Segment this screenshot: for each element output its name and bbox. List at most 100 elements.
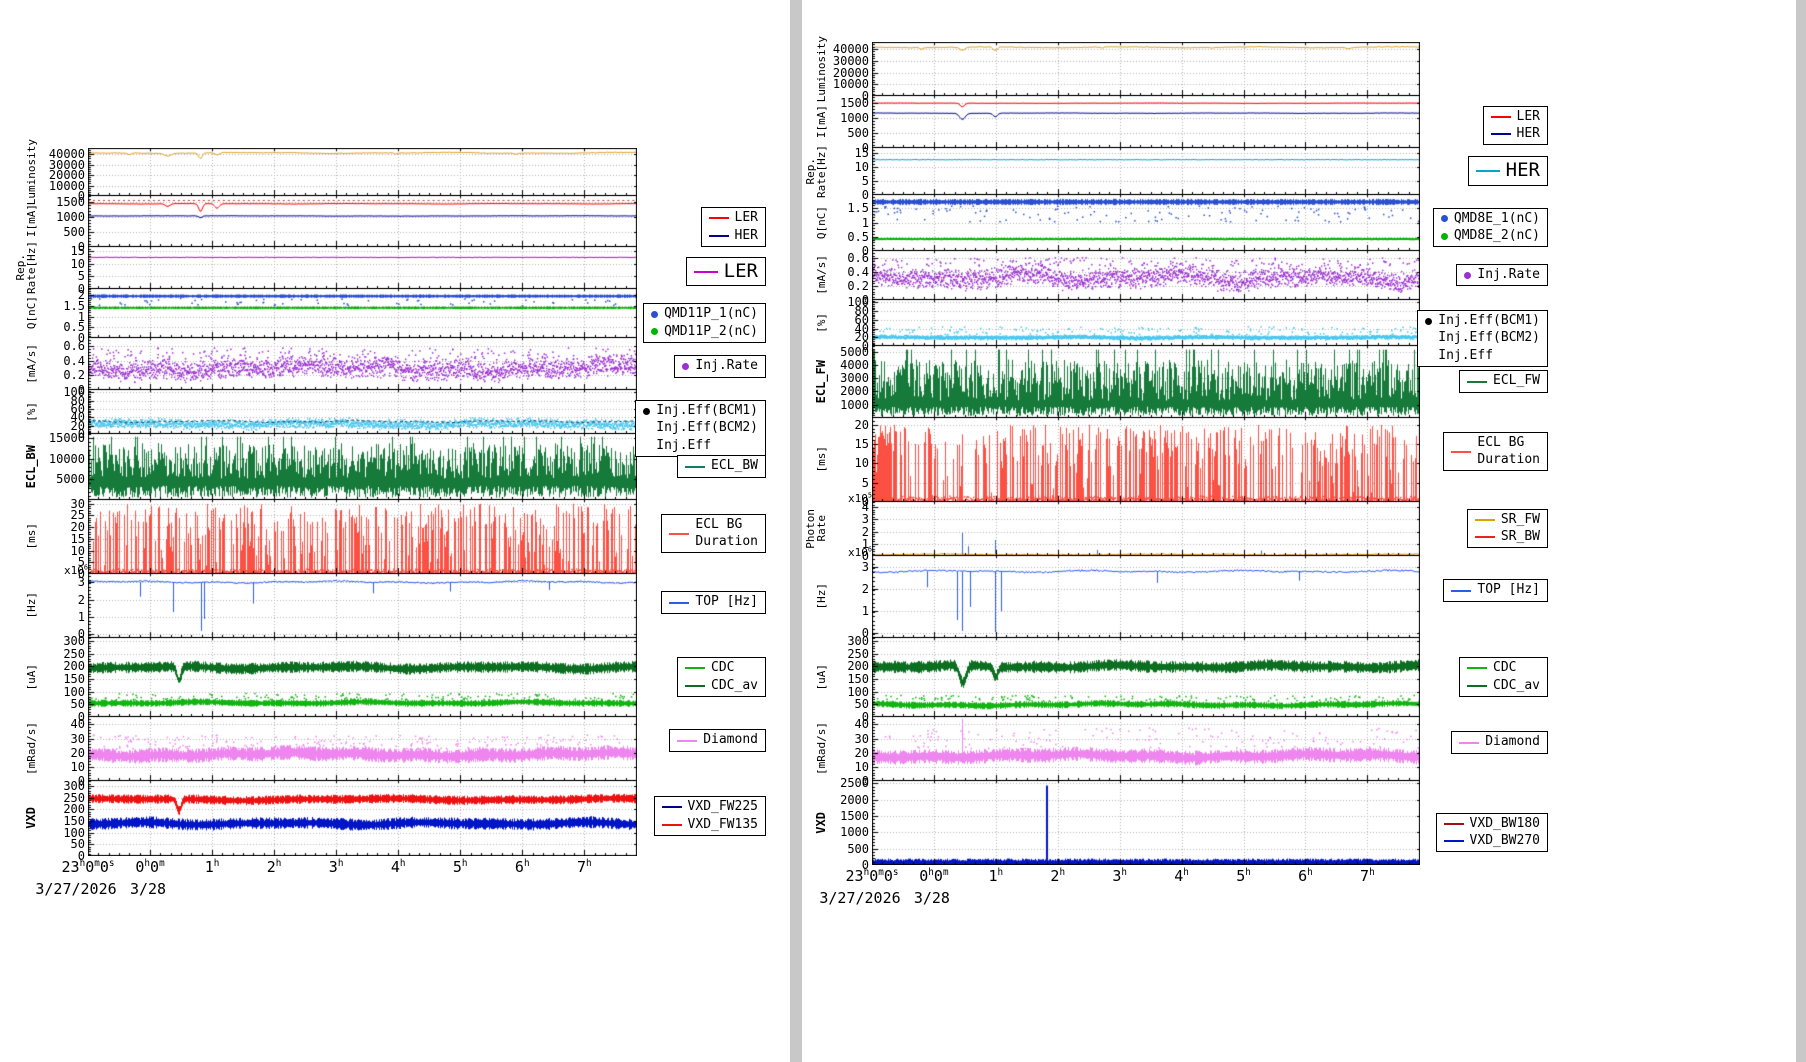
right-diamond-plot (872, 716, 1420, 781)
axis-label: [mA/s] (816, 255, 828, 295)
legend-label: HER (735, 228, 758, 244)
legend-wrap: Inj.Rate (1420, 264, 1548, 286)
y-tick-label: 2 (862, 582, 869, 596)
panel-right: Luminosity400003000020000100000 I[mA] 1 500… (802, 0, 1796, 1062)
legend-entry: QMD8E_1(nC) (1441, 211, 1540, 227)
axis-label: VXD (815, 812, 828, 834)
axis-label-area: [Hz] (0, 573, 38, 638)
axis-label-area: [mRad/s] (802, 716, 828, 781)
legend-inj-rate: Inj.Rate (674, 355, 766, 377)
y-tick-label: 30 (71, 732, 85, 746)
legend-cdc: CDC CDC_av (1459, 657, 1548, 697)
right-beam-current-plot (872, 95, 1420, 148)
top-spacer (802, 0, 1796, 42)
legend-area: SR_FWSR_BW (1420, 501, 1796, 556)
subplot-left-ecl-bg: [ms]302520151050ECL BG Duration (0, 499, 790, 574)
axis-label-area: ECL_BW (0, 433, 38, 500)
legend-line-swatch (1476, 170, 1500, 172)
x-tick-label: 4h (1174, 867, 1189, 885)
legend-dot-marker (682, 363, 689, 370)
axis-label: I[mA] (816, 105, 828, 138)
x-axis-labels: 23h0m0s0h0m1h2h3h4h5h6h7h (802, 865, 1796, 889)
legend-beam-current: LERHER (1483, 106, 1548, 146)
axis-label: [%] (26, 402, 38, 422)
legend-wrap: Diamond (1420, 737, 1548, 759)
left-beam-current-plot (88, 195, 637, 247)
legend-label: LER (724, 260, 758, 284)
x-tick-label: 23h0m0s (846, 867, 899, 885)
legend-label: LER (1517, 109, 1540, 125)
y-axis-ticks: 151050 (828, 147, 872, 195)
y-axis-ticks: 300250200150100500 (828, 637, 872, 717)
subplot-left-charge: Q[nC]21.510.50QMD11P_1(nC)QMD11P_2(nC) (0, 288, 790, 338)
axis-label: [uA] (816, 664, 828, 691)
y-tick-label: 5000 (56, 472, 85, 486)
y-axis-ticks: 302520151050 (38, 499, 88, 574)
legend-label: CDC_av (1493, 678, 1540, 694)
axis-label-area: [uA] (0, 637, 38, 717)
right-luminosity-plot (872, 42, 1420, 96)
subplot-left-top-rate: [Hz]x1063210TOP [Hz] (0, 573, 790, 638)
legend-entry: SR_FW (1475, 512, 1540, 528)
y-tick-label: 0.6 (63, 339, 85, 353)
axis-label-area: [%] (0, 389, 38, 434)
legend-entry: Inj.Rate (682, 358, 758, 374)
legend-label: CDC (1493, 660, 1516, 676)
subplot-right-ecl-fw: ECL_FW50004000300020001000ECL_FW (802, 345, 1796, 418)
legend-label: TOP [Hz] (1477, 582, 1540, 598)
left-charge-plot (88, 288, 637, 338)
y-tick-label: 10 (855, 456, 869, 470)
x-tick-label: 1h (205, 858, 220, 876)
top-spacer (0, 0, 790, 148)
legend-entry: ECL_FW (1467, 373, 1540, 389)
legend-area: Diamond (1420, 716, 1796, 781)
legend-wrap: Inj.Eff(BCM1)Inj.Eff(BCM2)Inj.Eff (1420, 294, 1548, 351)
axis-label: [Hz] (816, 583, 828, 610)
x-tick-label: 7h (577, 858, 592, 876)
y-tick-label: 2 (78, 593, 85, 607)
legend-line-swatch (662, 824, 682, 826)
y-axis-ticks: 300250200150100500 (38, 780, 88, 856)
legend-area: Inj.Eff(BCM1)Inj.Eff(BCM2)Inj.Eff (1420, 299, 1796, 346)
legend-line-swatch (1467, 381, 1487, 383)
axis-label: [%] (816, 313, 828, 333)
right-vxd-plot (872, 780, 1420, 865)
subplot-left-inj-rate: [mA/s]0.60.40.20Inj.Rate (0, 337, 790, 390)
axis-label-area: I[mA] (802, 95, 828, 148)
y-tick-label: 20 (71, 746, 85, 760)
y-axis-ticks: 0.60.40.20 (828, 250, 872, 300)
left-rep-rate-plot (88, 246, 637, 289)
legend-area: ECL_FW (1420, 345, 1796, 418)
legend-area: ECL BG Duration (637, 499, 790, 574)
y-tick-label: 0.6 (847, 251, 869, 265)
legend-label: ECL BG Duration (1477, 435, 1540, 468)
axis-label-area: Rep.Rate[Hz] (0, 246, 38, 289)
legend-top-rate: TOP [Hz] (1443, 579, 1548, 601)
axis-label: [Hz] (26, 592, 38, 619)
legend-inj-rate: Inj.Rate (1456, 264, 1548, 286)
x-tick-label: 6h (515, 858, 530, 876)
y-tick-label: 5 (862, 174, 869, 188)
y-tick-label: 500 (847, 842, 869, 856)
legend-entry: VXD_FW135 (662, 817, 758, 833)
y-axis-ticks: 21.510.50 (38, 288, 88, 338)
date-labels: 3/27/20263/28 (0, 880, 790, 900)
legend-entry: LER (694, 260, 758, 284)
legend-label: SR_BW (1501, 529, 1540, 545)
axis-label: ECL_FW (815, 360, 828, 403)
y-tick-label: 1 (862, 604, 869, 618)
legend-charge: QMD8E_1(nC)QMD8E_2(nC) (1433, 208, 1548, 248)
legend-line-swatch (1491, 116, 1511, 118)
legend-entry: HER (1476, 159, 1540, 183)
legend-cdc: CDCCDC_av (677, 657, 766, 697)
legend-area: ECL_BW (637, 433, 790, 500)
legend-line-swatch (1459, 742, 1479, 744)
legend-line-swatch (669, 602, 689, 604)
right-cdc-plot (872, 637, 1420, 717)
legend-area: VXD_FW225VXD_FW135 (637, 780, 790, 856)
legend-rep-rate: HER (1468, 156, 1548, 186)
subplot-left-diamond: [mRad/s]403020100Diamond (0, 716, 790, 781)
subplot-right-vxd: VXD25002000150010005000VXD_BW180VXD_BW27… (802, 780, 1796, 865)
subplot-right-luminosity: Luminosity400003000020000100000 (802, 42, 1796, 96)
y-tick-label: 2000 (840, 793, 869, 807)
